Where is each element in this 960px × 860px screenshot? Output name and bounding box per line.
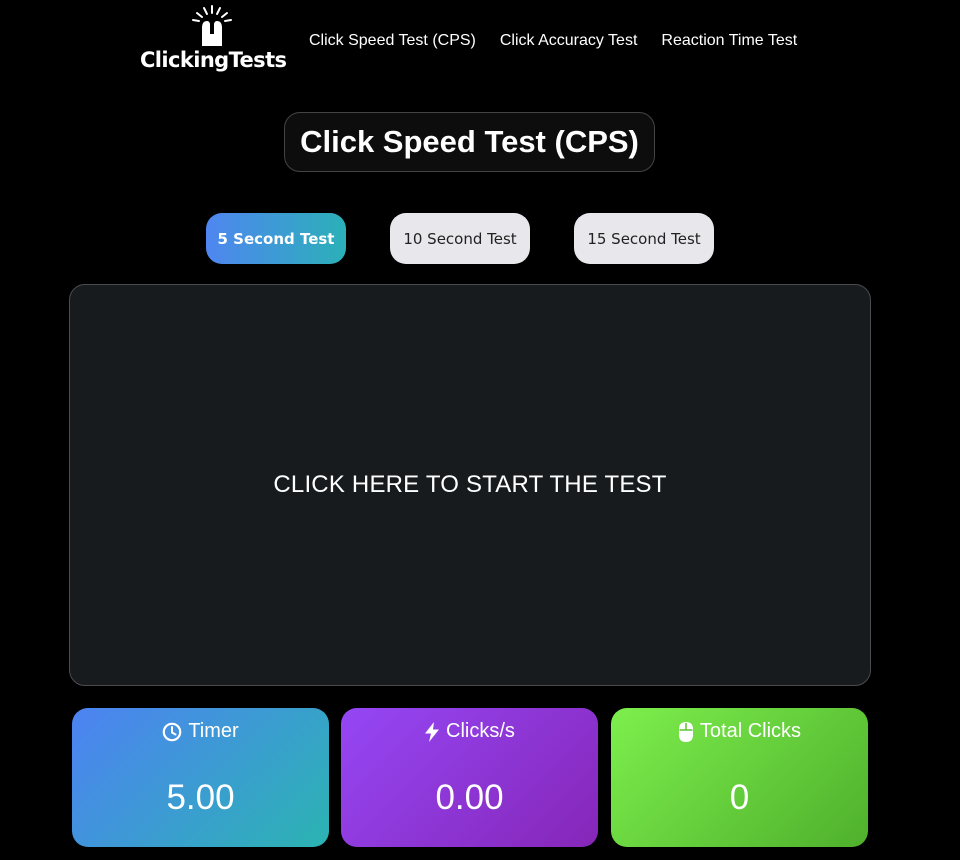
mode-5-second-button[interactable]: 5 Second Test: [206, 213, 346, 264]
timer-value: 5.00: [166, 778, 235, 817]
nav-link-cps[interactable]: Click Speed Test (CPS): [309, 32, 476, 50]
mode-15-second-button[interactable]: 15 Second Test: [574, 213, 714, 264]
mode-10-second-button[interactable]: 10 Second Test: [390, 213, 530, 264]
finger-tap-icon: [192, 5, 232, 46]
brand-name: ClickingTests: [140, 48, 287, 72]
total-clicks-label: Total Clicks: [699, 720, 802, 742]
click-area[interactable]: CLICK HERE TO START THE TEST: [69, 284, 871, 686]
cps-value: 0.00: [435, 778, 504, 817]
site-logo[interactable]: ClickingTests: [138, 4, 292, 76]
lightning-icon: [425, 721, 440, 742]
total-card-header: Total Clicks: [611, 720, 868, 743]
timer-label: Timer: [188, 720, 239, 742]
timer-card-header: Timer: [72, 720, 329, 743]
total-clicks-value: 0: [729, 778, 750, 817]
clicks-per-second-card: Clicks/s 0.00: [341, 708, 598, 847]
timer-card: Timer 5.00: [72, 708, 329, 847]
clock-icon: [163, 722, 182, 741]
click-area-prompt: CLICK HERE TO START THE TEST: [273, 471, 667, 498]
total-clicks-card: Total Clicks 0: [611, 708, 868, 847]
mouse-icon: [678, 721, 693, 742]
page-title: Click Speed Test (CPS): [284, 112, 655, 172]
cps-label: Clicks/s: [446, 720, 515, 742]
cps-card-header: Clicks/s: [341, 720, 598, 743]
nav-link-reaction[interactable]: Reaction Time Test: [661, 32, 797, 50]
nav-link-accuracy[interactable]: Click Accuracy Test: [500, 32, 638, 50]
top-nav: Click Speed Test (CPS) Click Accuracy Te…: [309, 32, 797, 50]
